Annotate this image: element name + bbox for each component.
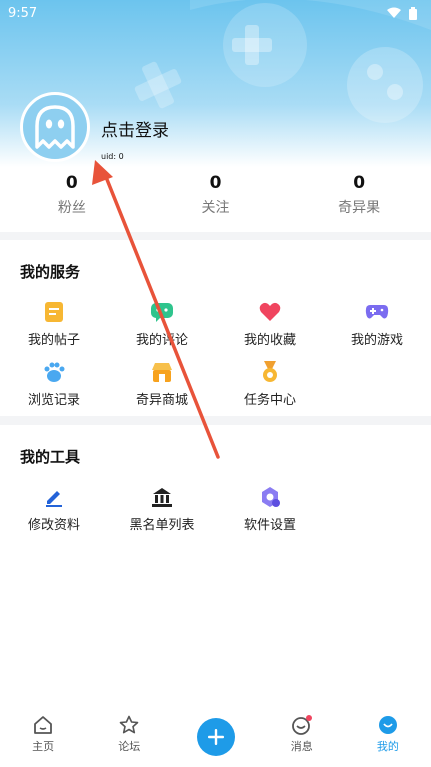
service-label: 我的评论 (135, 333, 188, 348)
tools-title: 我的工具 (20, 448, 81, 466)
paw-icon (44, 362, 65, 382)
pen-icon (46, 491, 62, 507)
stat-label: 奇异果 (338, 200, 381, 216)
service-my-posts[interactable]: 我的帖子 (0, 300, 108, 348)
service-label: 任务中心 (243, 393, 296, 408)
tool-label: 修改资料 (27, 518, 80, 533)
message-icon (291, 715, 312, 735)
nav-me[interactable]: 我的 (345, 707, 431, 767)
star-icon (119, 715, 139, 734)
service-label: 奇异商城 (135, 393, 188, 408)
home-icon (34, 716, 52, 734)
service-label: 我的帖子 (27, 333, 80, 348)
medal-icon (263, 361, 277, 382)
stat-value: 0 (65, 173, 78, 193)
nav-label: 主页 (32, 740, 55, 753)
services-card: 我的服务 我的帖子 我的评论 我的收藏 我的游戏 浏览记录 奇异商城 任务中心 (0, 240, 431, 416)
nav-label: 论坛 (118, 740, 141, 753)
ghost-icon (35, 105, 75, 149)
service-label: 我的游戏 (350, 333, 403, 348)
tool-label: 软件设置 (243, 518, 296, 533)
services-title: 我的服务 (20, 263, 81, 281)
posts-icon (45, 302, 63, 322)
create-button[interactable] (196, 718, 235, 756)
stat-value: 0 (209, 173, 222, 193)
stat-followers[interactable]: 0 粉丝 (0, 168, 144, 230)
service-history[interactable]: 浏览记录 (0, 360, 108, 408)
stat-label: 粉丝 (57, 200, 86, 216)
wifi-icon (387, 7, 401, 18)
tool-blacklist[interactable]: 黑名单列表 (108, 485, 216, 533)
nav-label: 我的 (376, 740, 399, 753)
stats-row: 0 粉丝 0 关注 0 奇异果 (0, 168, 431, 230)
service-my-favorites[interactable]: 我的收藏 (216, 300, 324, 348)
nav-home[interactable]: 主页 (0, 707, 86, 767)
nav-label: 消息 (290, 740, 313, 753)
status-time: 9:57 (8, 5, 38, 21)
service-tasks[interactable]: 任务中心 (216, 360, 324, 408)
gamepad-icon (365, 305, 389, 319)
login-link[interactable]: 点击登录 (101, 116, 169, 141)
bottom-nav: 主页 论坛 消息 我的 (0, 707, 431, 767)
service-my-comments[interactable]: 我的评论 (108, 300, 216, 348)
nav-create[interactable] (172, 707, 258, 767)
nav-messages[interactable]: 消息 (259, 707, 345, 767)
uid-label: uid: 0 (101, 152, 124, 161)
comments-icon (151, 303, 173, 322)
service-label: 我的收藏 (243, 333, 296, 348)
status-bar: 9:57 (0, 0, 431, 26)
blacklist-icon (152, 488, 172, 507)
tool-edit-profile[interactable]: 修改资料 (0, 485, 108, 533)
service-my-games[interactable]: 我的游戏 (323, 300, 431, 348)
me-icon (378, 716, 397, 734)
service-shop[interactable]: 奇异商城 (108, 360, 216, 408)
shop-icon (152, 363, 172, 382)
stat-following[interactable]: 0 关注 (144, 168, 288, 230)
tools-card: 我的工具 修改资料 黑名单列表 软件设置 (0, 425, 431, 707)
tool-label: 黑名单列表 (129, 518, 195, 533)
settings-icon (262, 487, 280, 507)
nav-forum[interactable]: 论坛 (86, 707, 172, 767)
avatar[interactable] (20, 92, 90, 162)
stat-value: 0 (353, 173, 366, 193)
stat-label: 关注 (201, 200, 230, 216)
plus-icon (207, 729, 224, 745)
heart-icon (259, 302, 281, 321)
stat-kiwi[interactable]: 0 奇异果 (287, 168, 431, 230)
service-label: 浏览记录 (27, 393, 80, 408)
tool-settings[interactable]: 软件设置 (216, 485, 324, 533)
battery-icon (409, 6, 417, 20)
